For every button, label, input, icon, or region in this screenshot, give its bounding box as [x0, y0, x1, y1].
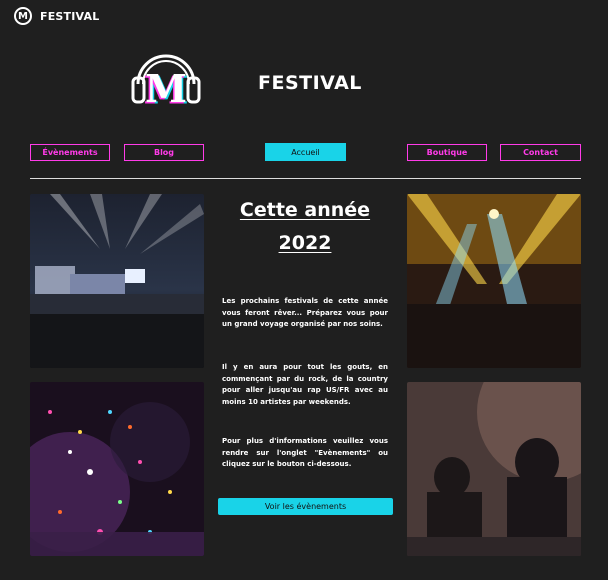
photo-confetti [30, 382, 204, 556]
headphones-logo-icon: M M M [130, 42, 202, 113]
topbar: M FESTIVAL [14, 6, 99, 26]
nav-evenements[interactable]: Évènements [30, 144, 110, 161]
brand-title: FESTIVAL [258, 72, 362, 94]
svg-text:M: M [145, 66, 187, 110]
paragraph-1: Les prochains festivals de cette année v… [222, 297, 388, 328]
section-heading: Cette année 2022 [239, 199, 371, 254]
nav-contact[interactable]: Contact [500, 144, 581, 161]
paragraph-2: Il y en aura pour tout les gouts, en com… [222, 363, 388, 406]
nav-accueil[interactable]: Accueil [265, 143, 346, 161]
photo-dj [407, 382, 581, 556]
photo-stage-crowd [30, 194, 204, 368]
divider [30, 178, 581, 179]
nav-blog[interactable]: Blog [124, 144, 204, 161]
photo-concert-lights [407, 194, 581, 368]
see-events-button[interactable]: Voir les évènements [218, 498, 393, 515]
paragraph-3: Pour plus d'informations veuillez vous r… [222, 437, 388, 468]
topbar-title[interactable]: FESTIVAL [40, 10, 99, 23]
nav-boutique[interactable]: Boutique [407, 144, 487, 161]
mini-logo-icon[interactable]: M [14, 7, 32, 25]
intro-section: Cette année 2022 [218, 194, 392, 260]
